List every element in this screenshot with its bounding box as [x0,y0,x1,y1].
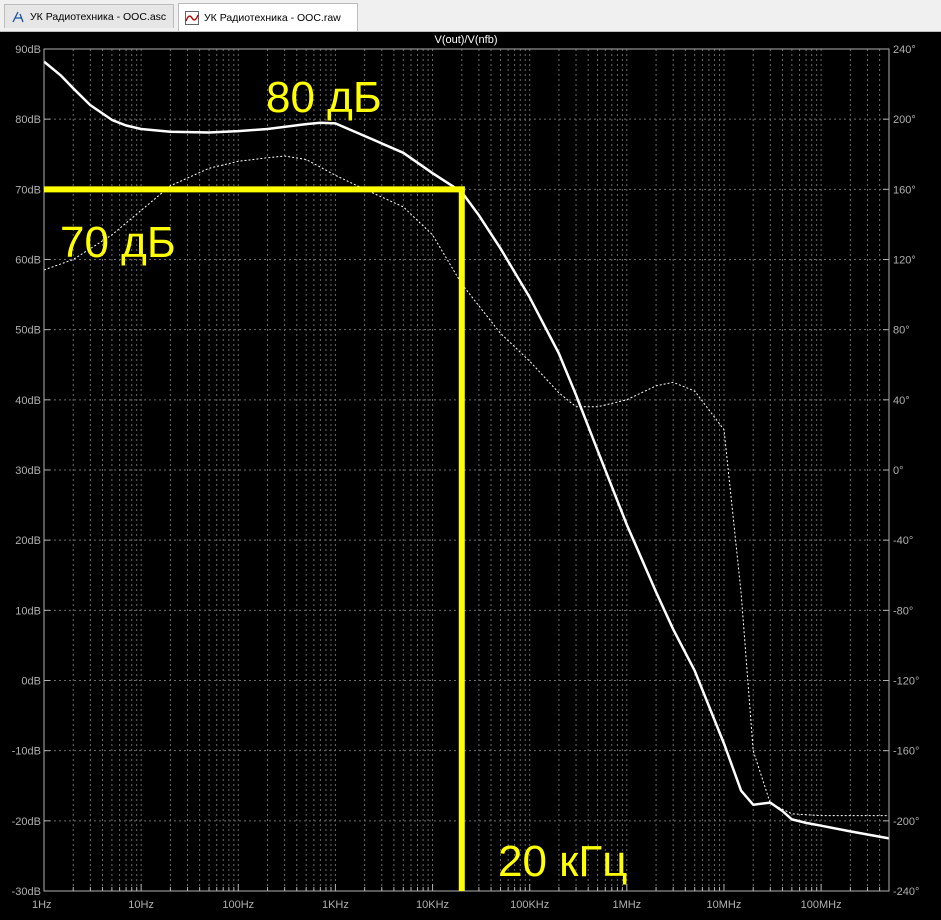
tab-waveform[interactable]: УК Радиотехника - ООС.raw [178,3,358,31]
y-tick-label: 70dB [15,184,41,196]
y2-tick-label: 80° [893,325,910,337]
x-tick-label: 1KHz [322,899,349,911]
y2-tick-label: -80° [893,605,913,617]
x-tick-label: 10KHz [416,899,449,911]
y-tick-label: 30dB [15,465,41,477]
y-tick-label: 40dB [15,395,41,407]
x-tick-label: 10Hz [128,899,154,911]
y2-tick-label: 240° [893,44,916,56]
y-tick-label: -30dB [12,886,41,898]
y2-tick-label: -200° [893,816,919,828]
x-tick-label: 10MHz [707,899,742,911]
y-tick-label: 20dB [15,535,41,547]
annotation-80db-label: 80 дБ [266,73,382,122]
bode-plot[interactable]: 90dB 80dB 70dB 60dB 50dB 40dB 30dB 20dB 10dB 0dB -… [0,32,941,920]
x-tick-label: 100KHz [510,899,549,911]
tab-schematic-label: УК Радиотехника - ООС.asc [30,10,167,23]
y-tick-label: 10dB [15,605,41,617]
chart-title: V(out)/V(nfb) [435,34,498,46]
y-tick-label: 50dB [15,325,41,337]
y2-tick-label: -40° [893,535,913,547]
y-tick-label: -10dB [12,746,41,758]
y2-tick-label: 40° [893,395,910,407]
tab-bar: УК Радиотехника - ООС.asc УК Радиотехник… [0,0,941,32]
y2-tick-label: 120° [893,255,916,267]
y-tick-label: 90dB [15,44,41,56]
tab-waveform-label: УК Радиотехника - ООС.raw [204,11,341,24]
y2-tick-label: -240° [893,886,919,898]
y2-tick-label: 160° [893,184,916,196]
tab-schematic[interactable]: УК Радиотехника - ООС.asc [4,4,174,28]
y2-tick-label: -160° [893,746,919,758]
waveform-icon [185,10,199,25]
annotation-20khz-label: 20 кГц [498,837,627,886]
y-tick-label: 80dB [15,114,41,126]
x-tick-label: 1MHz [612,899,641,911]
grid [43,48,890,892]
y2-tick-label: -120° [893,676,919,688]
x-tick-label: 1Hz [32,899,52,911]
y-tick-label: -20dB [12,816,41,828]
x-tick-label: 100Hz [222,899,254,911]
y-tick-label: 60dB [15,255,41,267]
tick-labels: 90dB 80dB 70dB 60dB 50dB 40dB 30dB 20dB 10dB 0dB -… [12,44,920,911]
x-tick-label: 100MHz [801,899,842,911]
y2-tick-label: 200° [893,114,916,126]
y2-tick-label: 0° [893,465,904,477]
y-tick-label: 0dB [21,676,41,688]
schematic-icon [12,11,24,22]
annotation-70db-label: 70 дБ [60,218,176,267]
